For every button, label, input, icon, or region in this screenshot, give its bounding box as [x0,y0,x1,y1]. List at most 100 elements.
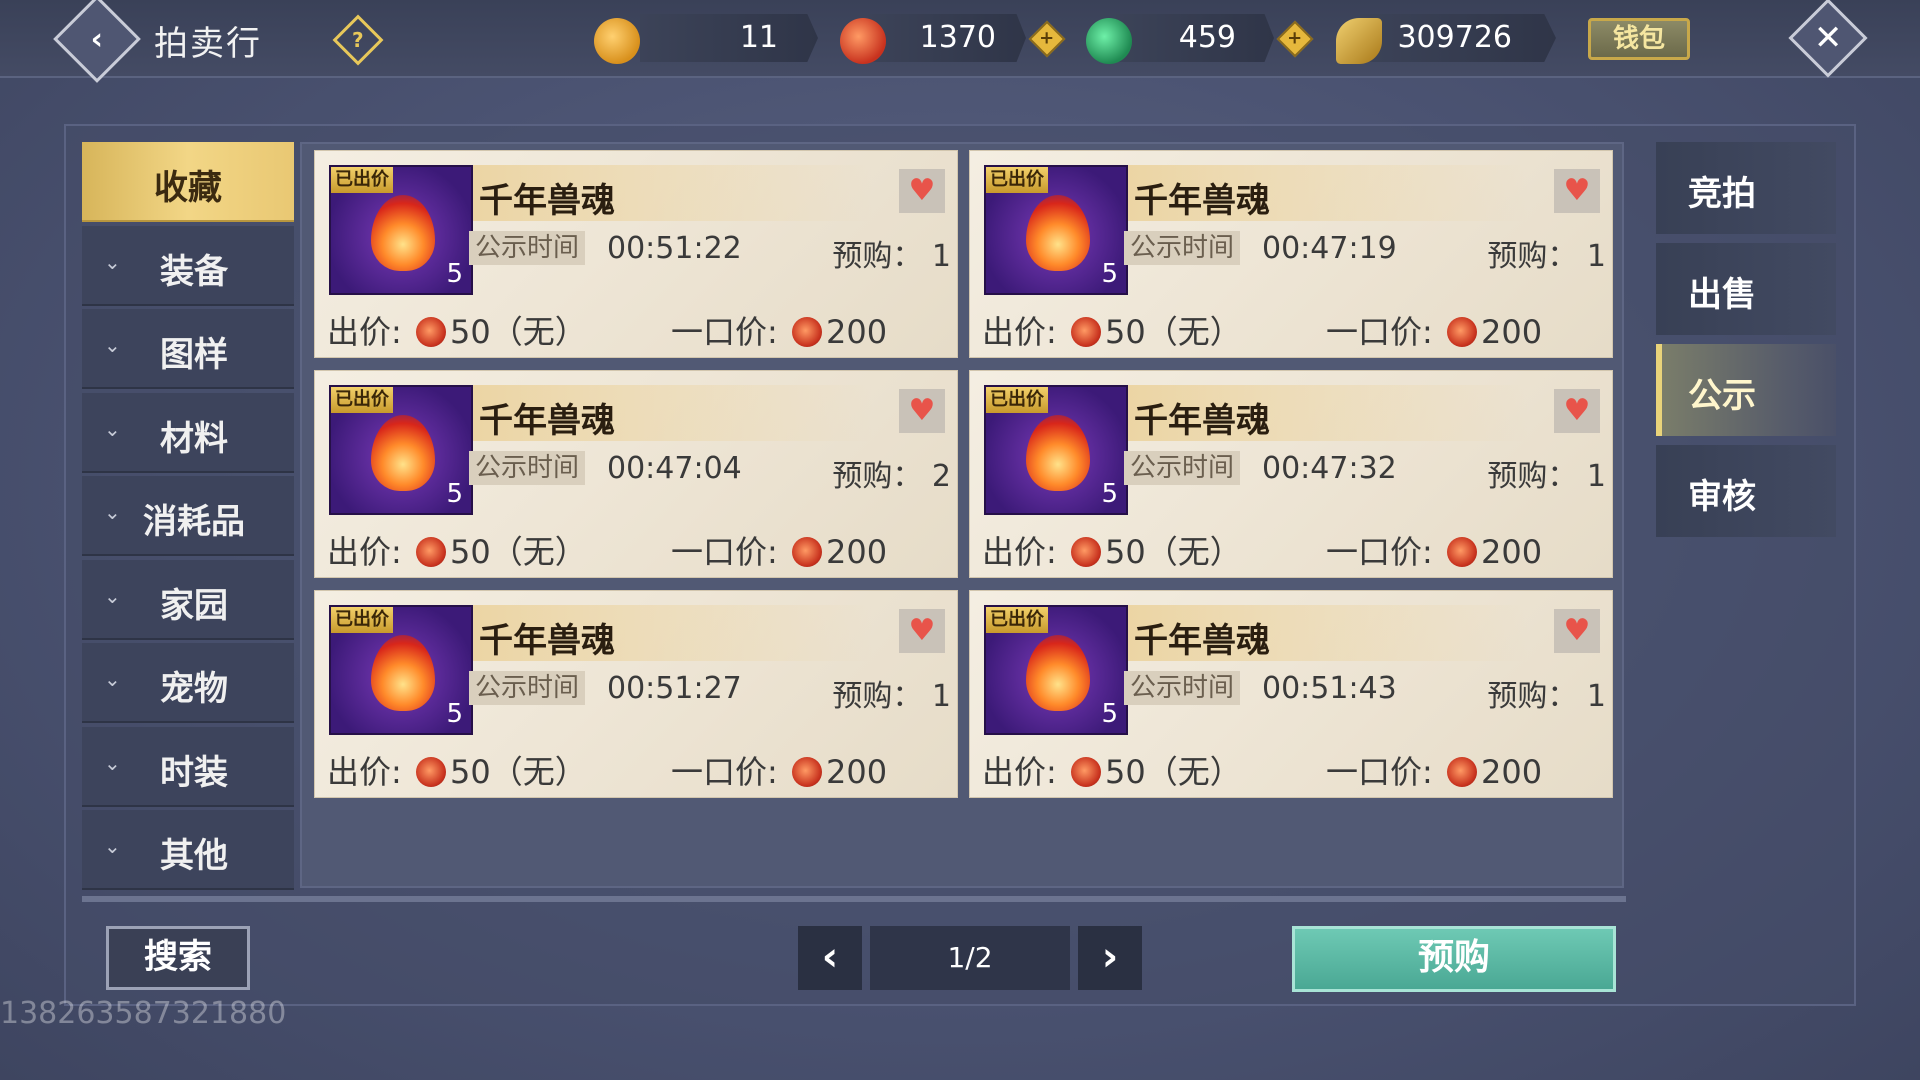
red-coin-icon [415,757,446,787]
favorite-heart-icon[interactable]: ♥ [1554,169,1600,213]
currency-value: 11 [739,20,778,55]
currency-jade: 459 [1116,14,1274,62]
category-pets[interactable]: ⌄ 宠物 [82,643,294,723]
tab-public[interactable]: 公示 [1656,344,1836,436]
category-list: 收藏 ⌄ 装备 ⌄ 图样 ⌄ 材料 ⌄ 消耗品 ⌄ 家园 ⌄ 宠物 ⌄ 时装 ⌄ 其他 [82,142,294,894]
time-label: 公示时间 [1124,451,1241,485]
category-favorites[interactable]: 收藏 [82,142,294,222]
currency-gold-lock: 11 [640,14,818,62]
item-thumbnail: 5 已出价 [329,605,473,735]
bid-price: 出价: 50（无） [327,533,587,571]
item-card[interactable]: 5 已出价 千年兽魂 ♥ 公示时间 00:51:43 预购： 1 出价: 50（… [969,590,1613,798]
back-arrow-icon: ‹ [90,21,104,57]
tab-review[interactable]: 审核 [1656,445,1836,537]
bid-price: 出价: 50（无） [982,533,1242,571]
tab-auction[interactable]: 竞拍 [1656,142,1836,234]
favorite-heart-icon[interactable]: ♥ [899,609,945,653]
category-fashion[interactable]: ⌄ 时装 [82,726,294,807]
category-materials[interactable]: ⌄ 材料 [82,392,294,473]
time-label: 公示时间 [469,231,586,265]
category-other[interactable]: ⌄ 其他 [82,810,294,890]
preorder-count: 预购： 1 [832,679,951,714]
bid-badge: 已出价 [986,607,1048,633]
search-button[interactable]: 搜索 [106,926,250,990]
category-equipment[interactable]: ⌄ 装备 [82,225,294,306]
preorder-count: 预购： 1 [1487,239,1606,274]
wallet-button[interactable]: 钱包 [1588,18,1690,60]
page-title: 拍卖行 [154,24,262,64]
preorder-count: 预购： 1 [832,239,951,274]
divider [82,896,1626,902]
category-consumables[interactable]: ⌄ 消耗品 [82,476,294,556]
time-label: 公示时间 [1124,231,1241,265]
red-coin-icon [1070,317,1101,347]
prev-page-button[interactable]: ‹ [798,926,862,990]
item-card[interactable]: 5 已出价 千年兽魂 ♥ 公示时间 00:51:22 预购： 1 出价: 50（… [314,150,958,358]
flame-icon [1026,195,1090,271]
preorder-count: 预购： 1 [1487,459,1606,494]
time-label: 公示时间 [469,451,586,485]
page-indicator: 1/2 [870,926,1070,990]
time-value: 00:47:19 [1262,231,1397,266]
add-red-coin-plus-icon[interactable]: + [1028,20,1066,58]
item-quantity: 5 [1101,259,1118,289]
time-label: 公示时间 [469,671,586,705]
back-button[interactable]: ‹ [53,0,141,83]
bid-price: 出价: 50（无） [327,313,587,351]
currency-value: 1370 [919,20,996,55]
category-home[interactable]: ⌄ 家园 [82,559,294,640]
preorder-count: 预购： 1 [1487,679,1606,714]
item-card[interactable]: 5 已出价 千年兽魂 ♥ 公示时间 00:47:32 预购： 1 出价: 50（… [969,370,1613,578]
time-value: 00:47:32 [1262,451,1397,486]
item-grid: 5 已出价 千年兽魂 ♥ 公示时间 00:51:22 预购： 1 出价: 50（… [300,142,1624,888]
close-button[interactable]: ✕ [1788,0,1868,78]
help-icon[interactable]: ? [332,14,384,66]
bid-badge: 已出价 [331,167,393,193]
bid-badge: 已出价 [986,387,1048,413]
currency-value: 459 [1178,20,1236,55]
red-coin-icon [1070,537,1101,567]
bid-badge: 已出价 [986,167,1048,193]
favorite-heart-icon[interactable]: ♥ [899,389,945,433]
buyout-price: 一口价: 200 [671,753,888,791]
item-name: 千年兽魂 [479,401,615,441]
item-name: 千年兽魂 [1134,401,1270,441]
item-quantity: 5 [446,699,463,729]
tab-sell[interactable]: 出售 [1656,243,1836,335]
time-label: 公示时间 [1124,671,1241,705]
red-coin-icon [1446,537,1477,567]
next-page-button[interactable]: › [1078,926,1142,990]
item-quantity: 5 [1101,479,1118,509]
item-card[interactable]: 5 已出价 千年兽魂 ♥ 公示时间 00:47:04 预购： 2 出价: 50（… [314,370,958,578]
favorite-heart-icon[interactable]: ♥ [1554,389,1600,433]
time-value: 00:47:04 [607,451,742,486]
item-card[interactable]: 5 已出价 千年兽魂 ♥ 公示时间 00:47:19 预购： 1 出价: 50（… [969,150,1613,358]
add-jade-plus-icon[interactable]: + [1276,20,1314,58]
red-coin-icon [415,317,446,347]
flame-icon [371,415,435,491]
jade-icon [1086,18,1132,64]
buyout-price: 一口价: 200 [1326,753,1543,791]
flame-icon [371,635,435,711]
time-value: 00:51:27 [607,671,742,706]
currency-gold-leaf: 309726 [1360,14,1556,62]
item-card[interactable]: 5 已出价 千年兽魂 ♥ 公示时间 00:51:27 预购： 1 出价: 50（… [314,590,958,798]
red-coin-icon [791,317,822,347]
red-coin-icon [1446,757,1477,787]
preorder-button[interactable]: 预购 [1292,926,1616,992]
red-coin-icon [791,757,822,787]
time-value: 00:51:43 [1262,671,1397,706]
item-quantity: 5 [446,479,463,509]
item-quantity: 5 [446,259,463,289]
favorite-heart-icon[interactable]: ♥ [899,169,945,213]
bid-badge: 已出价 [331,607,393,633]
flame-icon [1026,635,1090,711]
category-patterns[interactable]: ⌄ 图样 [82,309,294,389]
red-coin-icon [840,18,886,64]
item-name: 千年兽魂 [1134,181,1270,221]
item-thumbnail: 5 已出价 [984,165,1128,295]
item-thumbnail: 5 已出价 [984,605,1128,735]
favorite-heart-icon[interactable]: ♥ [1554,609,1600,653]
red-coin-icon [1070,757,1101,787]
mode-tabs: 竞拍 出售 公示 审核 [1656,142,1836,546]
